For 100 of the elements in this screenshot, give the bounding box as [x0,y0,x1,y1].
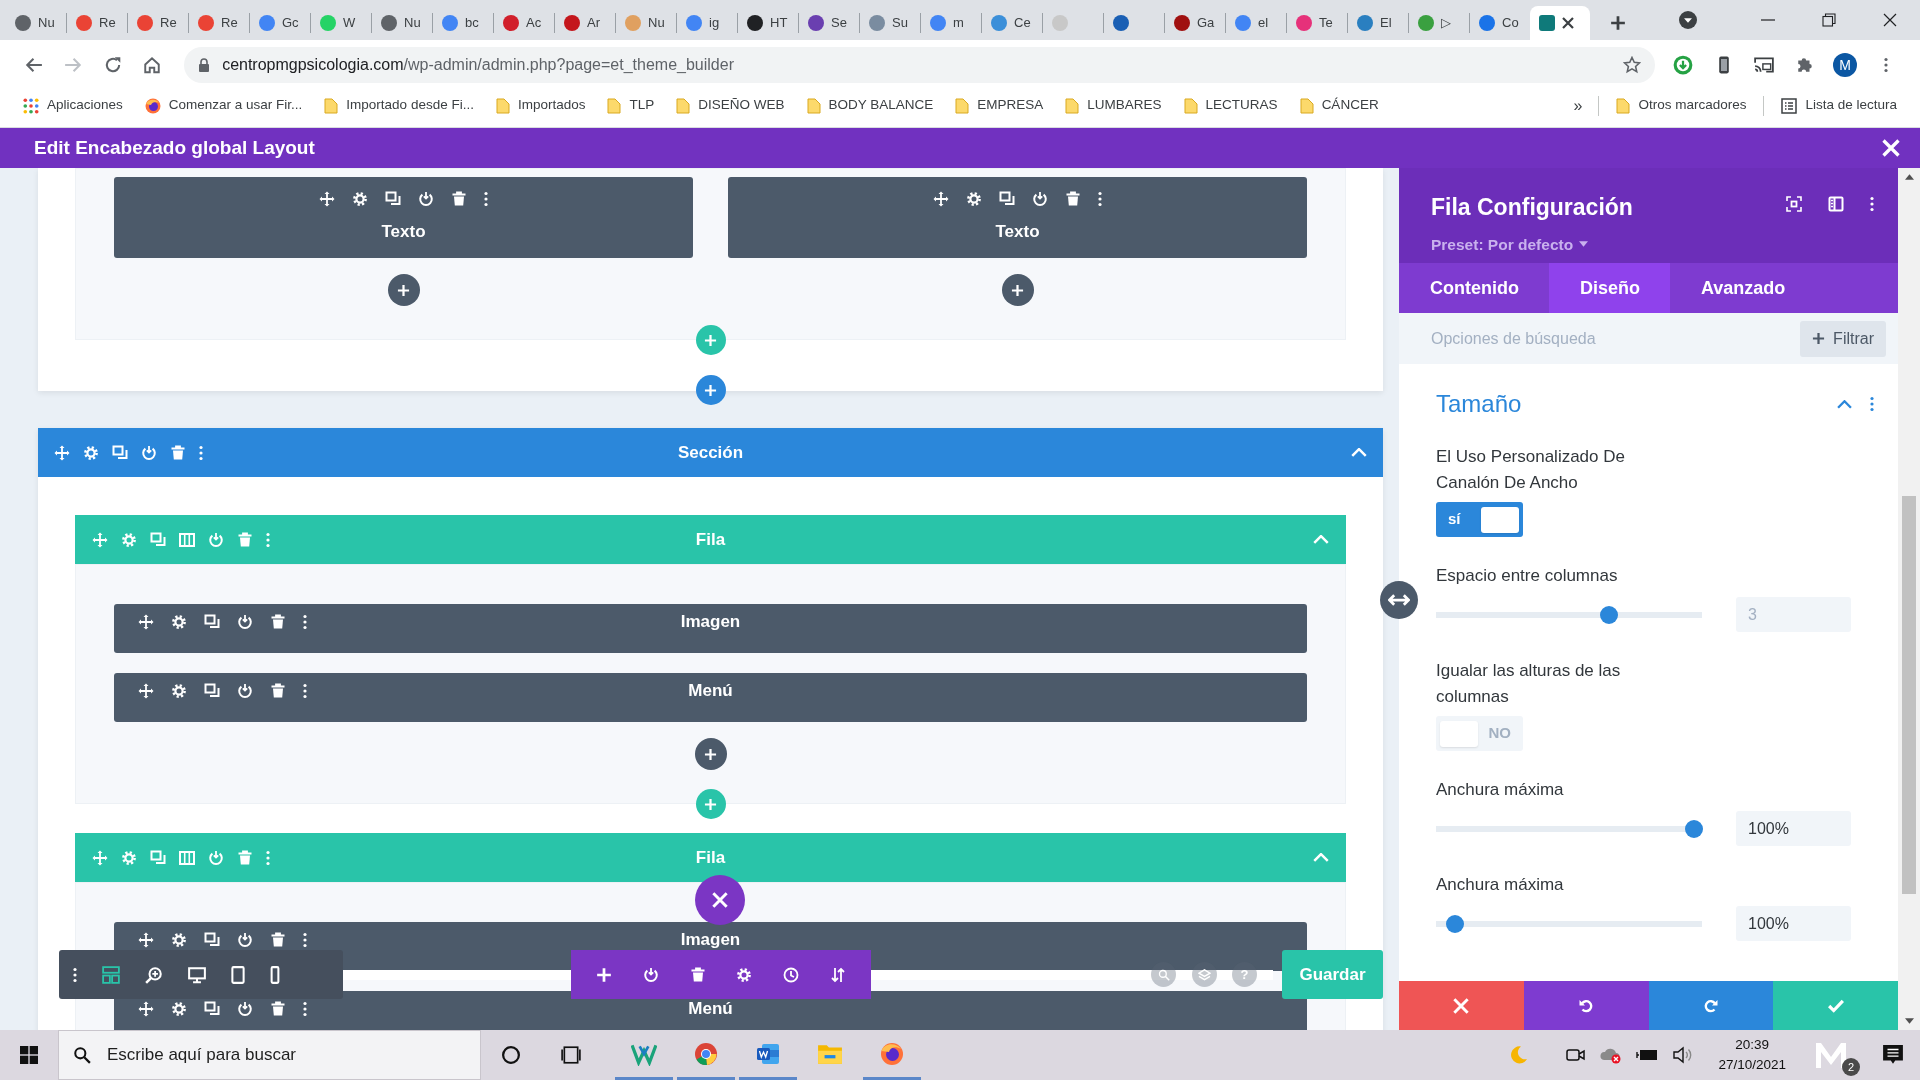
settings-icon[interactable] [171,932,187,948]
browser-tab[interactable]: Nu [616,6,676,40]
more-icon[interactable] [303,1001,307,1017]
search-field[interactable]: Opciones de búsqueda [1429,325,1709,352]
restore-icon[interactable] [1822,13,1836,27]
bookmark[interactable]: Otros marcadores [1605,95,1758,116]
browser-tab[interactable]: HT [738,6,798,40]
notifications-icon[interactable] [1882,1044,1904,1066]
browser-tab[interactable]: Te [1287,6,1347,40]
collapse-icon[interactable] [1837,399,1852,409]
power-icon[interactable] [141,444,157,461]
power-icon[interactable] [1032,190,1048,207]
tablet-icon[interactable] [231,965,245,984]
number-field[interactable]: 100% [1736,906,1851,941]
more-icon[interactable] [1870,196,1874,212]
bookmark[interactable]: BODY BALANCE [795,95,945,116]
download-icon[interactable] [1673,55,1694,75]
battery-icon[interactable] [1636,1049,1659,1061]
back-icon[interactable] [24,56,43,74]
reload-icon[interactable] [103,56,122,74]
phone-icon[interactable] [1717,55,1730,75]
search-button[interactable] [1151,962,1176,987]
browser-tab[interactable]: Co [1470,6,1530,40]
move-icon[interactable] [933,190,949,207]
wireframe-icon[interactable] [102,965,120,984]
scrollbar-thumb[interactable] [1902,496,1916,894]
zoom-icon[interactable] [145,965,163,984]
browser-tab[interactable]: ig [677,6,737,40]
bookmark[interactable]: CÁNCER [1288,95,1390,116]
trash-icon[interactable] [1065,190,1081,207]
browser-tab[interactable]: Se [799,6,859,40]
slider-thumb[interactable] [1445,914,1464,933]
browser-tab[interactable]: Ga [1165,6,1225,40]
duplicate-icon[interactable] [204,683,220,699]
duplicate-icon[interactable] [999,190,1015,207]
clock-time[interactable]: 20:39 [1735,1035,1770,1055]
layers-button[interactable] [1192,962,1217,987]
app-logo-icon[interactable] [1814,1040,1848,1070]
star-icon[interactable] [1623,56,1641,74]
more-icon[interactable] [303,683,307,699]
home-icon[interactable] [143,56,162,74]
number-field[interactable]: 100% [1736,811,1851,846]
browser-tab[interactable]: Ac [494,6,554,40]
settings-icon[interactable] [352,190,368,207]
phone-icon[interactable] [270,965,280,984]
extensions-icon[interactable] [1795,56,1814,74]
browser-tab[interactable]: W [311,6,371,40]
slider-thumb[interactable] [1685,819,1703,838]
duplicate-icon[interactable] [204,932,220,948]
panel-tab[interactable]: Contenido [1399,263,1549,313]
duplicate-icon[interactable] [204,614,220,630]
filter-button[interactable]: Filtrar [1800,320,1886,357]
settings-icon[interactable] [171,1001,187,1017]
browser-tab[interactable]: Re [67,6,127,40]
close-icon[interactable] [1883,13,1897,27]
trash-icon[interactable] [689,966,706,983]
trash-icon[interactable] [170,444,186,461]
more-icon[interactable] [1098,190,1102,207]
duplicate-icon[interactable] [112,444,128,461]
add-icon[interactable] [596,966,613,983]
address-bar[interactable]: centropmgpsicologia.com/wp-admin/admin.php?page=et_theme_builder [184,47,1655,83]
scroll-up-icon[interactable] [1904,174,1914,180]
more-icon[interactable] [199,444,203,461]
camera-icon[interactable] [1566,1047,1587,1063]
settings-icon[interactable] [83,444,99,461]
sort-icon[interactable] [829,966,846,983]
bookmark[interactable]: LUMBARES [1054,95,1173,116]
power-icon[interactable] [237,1001,253,1017]
settings-icon[interactable] [171,614,187,630]
bookmark[interactable]: LECTURAS [1172,95,1289,116]
power-icon[interactable] [237,683,253,699]
add-button[interactable] [694,738,727,770]
settings-icon[interactable] [966,190,982,207]
search-bar[interactable]: Opciones de búsqueda Filtrar [1399,313,1898,364]
settings-icon[interactable] [736,966,753,983]
cloud-icon[interactable] [1600,1046,1623,1064]
fullscreen-icon[interactable] [1786,196,1802,212]
profile-avatar[interactable]: M [1833,53,1858,77]
preset-dropdown[interactable]: Preset: Por defecto [1431,232,1633,256]
panel-tab[interactable]: Diseño [1549,263,1670,313]
move-icon[interactable] [319,190,335,207]
bookmark[interactable]: DISEÑO WEB [665,95,796,116]
bookmark[interactable]: TLP [596,95,666,116]
windows-icon[interactable] [20,1046,38,1064]
move-icon[interactable] [138,683,154,699]
close-icon[interactable] [1562,17,1574,29]
settings-icon[interactable] [171,683,187,699]
move-icon[interactable] [54,444,70,461]
browser-tab[interactable]: Su [860,6,920,40]
panel-tab[interactable]: Avanzado [1670,263,1816,313]
bookmark[interactable]: Comenzar a usar Fir... [133,95,314,116]
browser-tab[interactable]: Gc [250,6,310,40]
menu-icon[interactable] [1883,57,1888,73]
bookmark[interactable]: Importados [484,95,597,116]
bookmark[interactable]: Lista de lectura [1770,95,1908,116]
history-icon[interactable] [782,966,799,983]
power-icon[interactable] [237,932,253,948]
new-tab-icon[interactable] [1610,15,1626,31]
browser-tab[interactable]: bc [433,6,493,40]
power-icon[interactable] [418,190,434,207]
